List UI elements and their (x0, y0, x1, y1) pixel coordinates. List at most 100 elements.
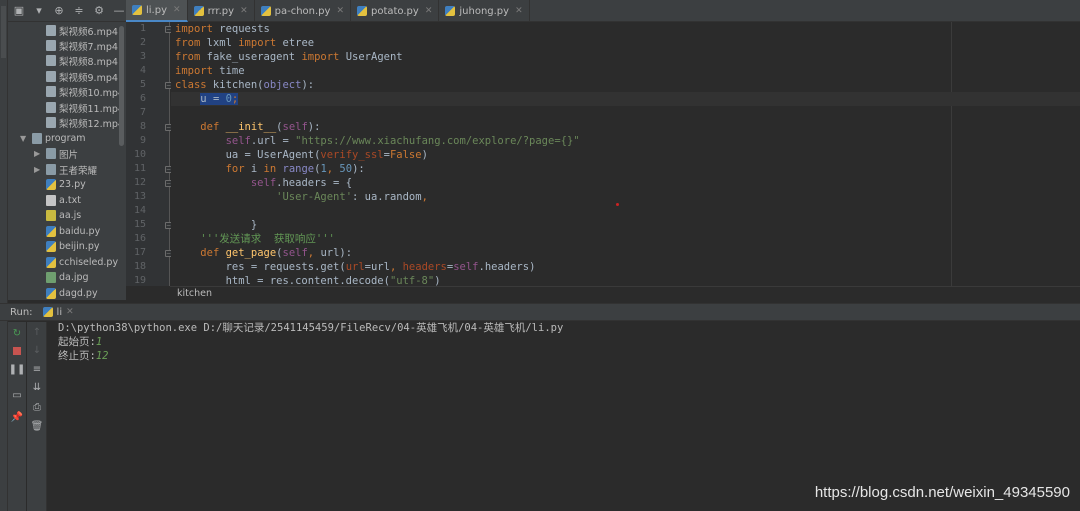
tree-item[interactable]: aa.js (46, 208, 81, 223)
tab-juhong-py[interactable]: juhong.py ✕ (439, 0, 530, 22)
console-line: 终止页:12 (58, 349, 108, 363)
right-margin-guide (951, 22, 952, 286)
tree-item[interactable]: 梨视频7.mp4 (46, 38, 118, 53)
tree-item-label: baidu.py (59, 226, 101, 237)
line-number: 16 (133, 233, 146, 244)
trash-icon[interactable]: 🗑 (30, 419, 44, 433)
close-icon[interactable]: ✕ (515, 6, 523, 16)
tree-scrollbar[interactable] (119, 26, 124, 146)
panel-menu-icon[interactable]: ▣ (12, 3, 26, 19)
code-line[interactable]: for i in range(1, 50): (175, 162, 365, 176)
code-line[interactable]: '''发送请求 获取响应''' (175, 232, 335, 246)
image-file-icon (46, 272, 56, 283)
tree-item[interactable]: da.jpg (46, 270, 89, 285)
text-file-icon (46, 195, 56, 206)
tree-item-label: a.txt (59, 195, 81, 206)
tree-item-label: 梨视频9.mp4 (59, 72, 118, 84)
tree-item-label: da.jpg (59, 272, 89, 283)
pin-icon[interactable]: 📌 (10, 410, 24, 424)
run-console[interactable]: D:\python38\python.exe D:/聊天记录/254114545… (48, 322, 1080, 511)
file-icon (46, 102, 56, 113)
stop-icon[interactable] (10, 344, 24, 358)
code-line[interactable]: def get_page(self, url): (175, 246, 352, 260)
print-icon[interactable]: ⎙ (30, 400, 44, 414)
chevron-right-icon[interactable]: ▶ (34, 165, 44, 174)
tree-item[interactable]: dagd.py (46, 286, 98, 300)
code-line[interactable]: class kitchen(object): (175, 78, 314, 92)
tree-folder[interactable]: ▶ 图片 (34, 146, 78, 161)
arrow-up-icon[interactable]: ↑ (30, 325, 44, 339)
code-line[interactable]: html = res.content.decode("utf-8") (175, 274, 441, 286)
close-icon[interactable]: ✕ (173, 5, 181, 15)
console-command: D:\python38\python.exe D:/聊天记录/254114545… (58, 322, 564, 334)
code-editor[interactable]: import requests from lxml import etree f… (171, 22, 1080, 286)
tab-potato-py[interactable]: potato.py ✕ (351, 0, 440, 22)
tree-folder[interactable]: ▶ 王者荣耀 (34, 162, 97, 177)
tree-item[interactable]: cchiseled.py (46, 255, 118, 270)
tree-item[interactable]: a.txt (46, 193, 81, 208)
layout-icon[interactable]: ▭ (10, 388, 24, 402)
line-number: 7 (139, 107, 146, 118)
tree-item-label: 梨视频7.mp4 (59, 41, 118, 53)
line-number: 5 (139, 79, 146, 90)
pause-icon[interactable]: ❚❚ (9, 362, 26, 376)
code-line[interactable]: } (175, 218, 257, 232)
tree-item[interactable]: 梨视频6.mp4 (46, 23, 118, 38)
rerun-icon[interactable]: ↻ (10, 326, 24, 340)
collapse-all-icon[interactable]: ≑ (72, 3, 86, 19)
tab-li-py[interactable]: li.py ✕ (126, 0, 188, 22)
code-line[interactable]: from lxml import etree (175, 36, 314, 50)
close-icon[interactable]: ✕ (66, 307, 74, 317)
tree-item[interactable]: baidu.py (46, 224, 100, 239)
soft-wrap-icon[interactable]: ≡ (30, 362, 44, 376)
line-number: 14 (133, 205, 146, 216)
line-number: 13 (133, 191, 146, 202)
code-line[interactable]: from fake_useragent import UserAgent (175, 50, 403, 64)
close-icon[interactable]: ✕ (240, 6, 248, 16)
hide-panel-icon[interactable]: — (112, 3, 126, 19)
scroll-to-end-icon[interactable]: ⇊ (30, 380, 44, 394)
code-line[interactable]: self.url = "https://www.xiachufang.com/e… (175, 134, 580, 148)
tree-item-label: 梨视频6.mp4 (59, 26, 118, 38)
left-tool-strip (0, 0, 8, 511)
tab-pa-chon-py[interactable]: pa-chon.py ✕ (255, 0, 351, 22)
code-line[interactable]: import time (175, 64, 245, 78)
code-line[interactable]: 'User-Agent': ua.random, (175, 190, 428, 204)
tree-item[interactable]: 梨视频10.mp4 (46, 84, 124, 99)
tree-item[interactable]: beijin.py (46, 239, 100, 254)
code-line[interactable]: ua = UserAgent(verify_ssl=False) (175, 148, 428, 162)
code-line[interactable]: import requests (175, 22, 270, 36)
code-line-selected[interactable]: u = 0; (175, 92, 239, 106)
close-icon[interactable]: ✕ (336, 6, 344, 16)
chevron-right-icon[interactable]: ▶ (34, 149, 44, 158)
tree-item[interactable]: 梨视频8.mp4 (46, 53, 118, 68)
tree-item[interactable]: 梨视频12.mp4 (46, 115, 124, 130)
chevron-down-icon[interactable]: ▾ (32, 3, 46, 19)
arrow-down-icon[interactable]: ↓ (30, 343, 44, 357)
tree-item[interactable]: 梨视频11.mp4 (46, 100, 124, 115)
code-line[interactable]: res = requests.get(url=url, headers=self… (175, 260, 536, 274)
tree-item[interactable]: 23.py (46, 177, 86, 192)
locate-target-icon[interactable]: ⊕ (52, 3, 66, 19)
gear-icon[interactable]: ⚙ (92, 3, 106, 19)
line-number: 15 (133, 219, 146, 230)
file-icon (46, 71, 56, 82)
code-line[interactable]: def __init__(self): (175, 120, 320, 134)
chevron-down-icon[interactable]: ▼ (20, 134, 30, 143)
error-marker (616, 203, 619, 206)
tree-folder-program[interactable]: ▼ program (20, 131, 86, 146)
tab-rrr-py[interactable]: rrr.py ✕ (188, 0, 255, 22)
breadcrumb[interactable]: kitchen (170, 286, 1080, 301)
line-number: 3 (139, 51, 146, 62)
line-number-gutter[interactable]: 1 2 3 4 5 6 7 8 9 10 11 12 13 14 15 16 1… (126, 22, 172, 286)
line-number: 10 (133, 149, 146, 160)
line-number: 11 (133, 163, 146, 174)
code-line[interactable]: self.headers = { (175, 176, 352, 190)
python-file-icon (260, 6, 271, 16)
close-icon[interactable]: ✕ (425, 6, 433, 16)
tree-item[interactable]: 梨视频9.mp4 (46, 69, 118, 84)
file-icon (46, 40, 56, 51)
project-tool-tab[interactable] (1, 6, 6, 58)
tree-item-label: 图片 (59, 149, 79, 161)
run-tab-li[interactable]: li ✕ (42, 307, 74, 318)
